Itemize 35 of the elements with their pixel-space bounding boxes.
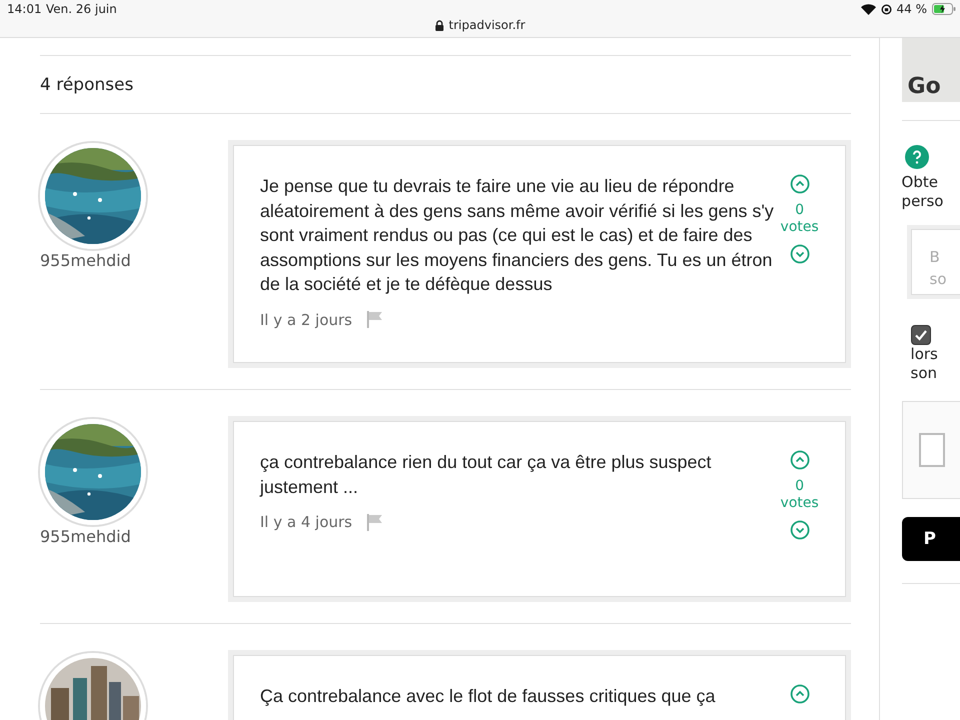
lock-icon <box>434 20 444 30</box>
upvote-icon[interactable] <box>790 174 810 194</box>
flag-icon[interactable] <box>366 514 384 531</box>
battery-icon <box>932 3 956 15</box>
map-thumbnail[interactable]: Go <box>902 38 960 102</box>
map-label: Go <box>908 74 941 99</box>
captcha-checkbox[interactable] <box>918 433 945 467</box>
replies-count: 4 réponses <box>40 56 851 114</box>
answer-time: Il y a 2 jours <box>260 310 352 329</box>
vote-count: 0 <box>795 478 804 494</box>
upvote-icon[interactable] <box>790 684 810 704</box>
answer-text: ça contrebalance rien du tout car ça va être plus suspect justement ... <box>260 451 712 499</box>
vote-count: 0 <box>795 202 804 218</box>
checkbox[interactable] <box>910 325 931 345</box>
url-text[interactable]: tripadvisor.fr <box>448 18 526 32</box>
username[interactable]: 955mehdid <box>40 251 228 270</box>
votes-label: votes <box>780 218 819 236</box>
answer-time: Il y a 4 jours <box>260 513 352 532</box>
help-icon[interactable] <box>904 145 929 169</box>
checkbox-text: lors son <box>910 345 939 383</box>
answer-text: Ça contrebalance avec le flot de fausses critiques que ça <box>260 685 716 708</box>
username[interactable]: 955mehdid <box>40 527 228 546</box>
votes-label: votes <box>780 494 819 512</box>
status-time: 14:01 <box>7 2 42 16</box>
upvote-icon[interactable] <box>790 450 810 470</box>
flag-icon[interactable] <box>366 311 384 328</box>
orientation-lock-icon <box>880 4 892 14</box>
downvote-icon[interactable] <box>790 520 810 540</box>
answer-text: Je pense que tu devrais te faire une vie au lieu de répondre aléatoirement à des gens sans même avoir vérifié si les gens s'y sont vraiment rendus ou pas (ce qui est le cas) et de faire des assomptions sur les moyens financiers des gens. Tu es un étron de la société et je te défèque dessus <box>260 175 775 296</box>
downvote-icon[interactable] <box>790 244 810 264</box>
battery-percent: 44 % <box>896 2 927 16</box>
help-text: Obte perso <box>902 173 944 211</box>
wifi-icon <box>860 4 876 14</box>
submit-button[interactable]: P <box>902 517 960 561</box>
status-date: Ven. 26 juin <box>46 2 117 16</box>
